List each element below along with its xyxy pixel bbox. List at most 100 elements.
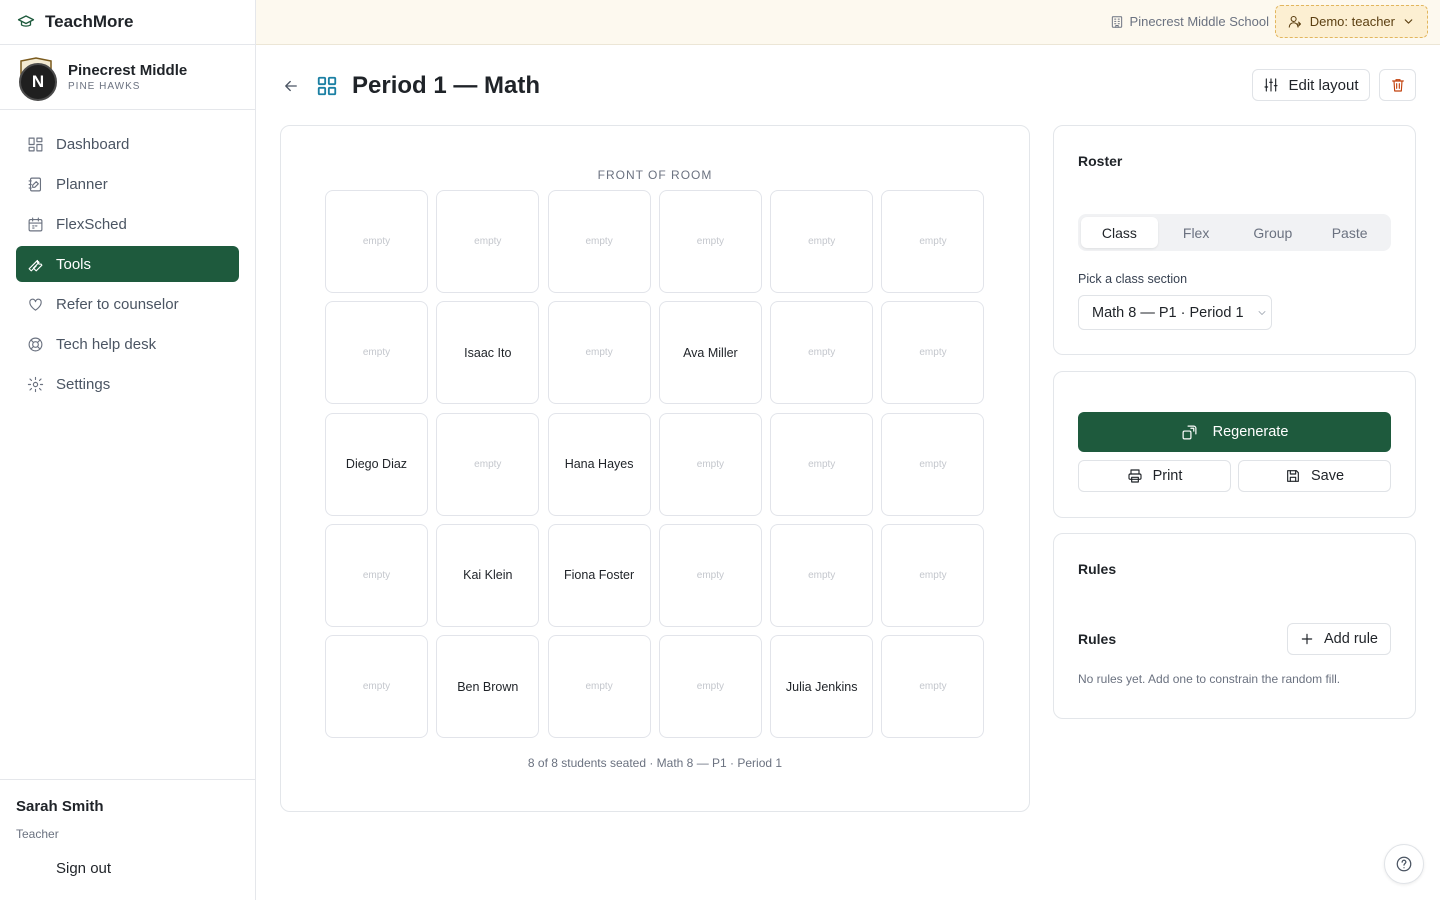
seat-occupied[interactable]: Fiona Foster xyxy=(547,523,651,627)
edit-layout-label: Edit layout xyxy=(1288,76,1359,94)
seat-empty[interactable]: empty xyxy=(547,635,651,739)
planner-icon xyxy=(28,177,42,191)
trash-icon xyxy=(1391,79,1404,92)
seat-occupied[interactable]: Isaac Ito xyxy=(436,301,540,405)
class-section-label: Pick a class section xyxy=(1078,272,1188,286)
sidebar-item-dashboard[interactable]: Dashboard xyxy=(16,126,239,162)
seating-summary: 8 of 8 students seated · Math 8 — P1 · P… xyxy=(527,756,783,770)
seat-grid: empty empty empty empty empty empty empty Isaac… xyxy=(325,190,985,739)
add-rule-button[interactable]: Add rule xyxy=(1287,623,1391,655)
rules-panel: Rules Rules Add rule No rules yet. Add o… xyxy=(1053,533,1416,719)
seat-empty[interactable]: empty xyxy=(325,190,428,293)
roster-title: Roster xyxy=(1078,153,1123,169)
sidebar-item-label: FlexSched xyxy=(56,215,127,233)
demo-role-label: Demo: teacher xyxy=(1309,14,1395,29)
school-subtitle: PINE HAWKS xyxy=(68,81,141,92)
graduation-cap-icon xyxy=(17,15,35,27)
sign-out-button[interactable]: Sign out xyxy=(56,860,111,877)
sidebar-item-label: Dashboard xyxy=(56,135,130,153)
page-title: Period 1 — Math xyxy=(352,72,541,99)
rules-empty-state: No rules yet. Add one to constrain the r… xyxy=(1078,672,1341,686)
seat-empty[interactable]: empty xyxy=(658,412,762,516)
plus-icon xyxy=(1301,633,1313,645)
print-button[interactable]: Print xyxy=(1078,460,1231,492)
sidebar-item-label: Tech help desk xyxy=(56,335,157,353)
sidebar-nav: Dashboard Planner FlexSched Tools Refer … xyxy=(0,110,255,402)
sidebar-item-settings[interactable]: Settings xyxy=(16,366,239,402)
demo-role-switcher[interactable]: Demo: teacher xyxy=(1274,5,1428,38)
chevron-down-icon xyxy=(1404,19,1413,24)
sidebar-item-label: Tools xyxy=(56,255,92,273)
delete-button[interactable] xyxy=(1379,69,1416,101)
seat-occupied[interactable]: Hana Hayes xyxy=(547,412,651,516)
tab-paste[interactable]: Paste xyxy=(1311,217,1388,248)
lifebuoy-icon xyxy=(28,337,43,351)
seat-empty[interactable]: empty xyxy=(881,412,985,516)
topbar: Pinecrest Middle School Demo: teacher xyxy=(256,0,1440,45)
save-button[interactable]: Save xyxy=(1238,460,1391,492)
user-area: Sarah Smith Teacher Sign out xyxy=(0,779,255,900)
tab-group[interactable]: Group xyxy=(1235,217,1312,248)
seat-empty[interactable]: empty xyxy=(770,412,874,516)
add-rule-label: Add rule xyxy=(1323,631,1378,647)
floppy-disk-icon xyxy=(1287,470,1299,482)
shuffle-icon xyxy=(1182,425,1197,439)
tab-class[interactable]: Class xyxy=(1081,217,1158,248)
seat-occupied[interactable]: Ava Miller xyxy=(658,301,762,405)
arrow-left-icon xyxy=(285,80,297,92)
seat-empty[interactable]: empty xyxy=(436,412,540,516)
seat-occupied[interactable]: Julia Jenkins xyxy=(770,635,874,739)
seat-empty[interactable]: empty xyxy=(436,190,540,293)
seat-empty[interactable]: empty xyxy=(770,523,874,627)
seat-empty[interactable]: empty xyxy=(547,301,651,405)
seat-occupied[interactable]: Kai Klein xyxy=(436,523,540,627)
roster-panel: Roster Class Flex Group Paste Pick a cla… xyxy=(1053,125,1416,355)
seat-empty[interactable]: empty xyxy=(770,301,874,405)
help-button[interactable] xyxy=(1384,844,1424,884)
seat-empty[interactable]: empty xyxy=(547,190,651,293)
seat-empty[interactable]: empty xyxy=(881,635,985,739)
calendar-icon xyxy=(28,217,43,231)
sidebar-item-label: Planner xyxy=(56,175,108,193)
top-school: Pinecrest Middle School xyxy=(1110,14,1269,29)
grid-layout-icon xyxy=(317,76,337,96)
dev-tools-badge[interactable]: N xyxy=(19,63,57,101)
sidebar-item-flexsched[interactable]: FlexSched xyxy=(16,206,239,242)
sidebar-item-refer-to-counselor[interactable]: Refer to counselor xyxy=(16,286,239,322)
gear-icon xyxy=(27,376,44,392)
school-name: Pinecrest Middle xyxy=(68,62,188,79)
seat-empty[interactable]: empty xyxy=(658,523,762,627)
print-label: Print xyxy=(1152,468,1183,484)
edit-layout-button[interactable]: Edit layout xyxy=(1252,69,1370,101)
seat-occupied[interactable]: Diego Diaz xyxy=(325,412,428,516)
class-section-value: Math 8 — P1 · Period 1 xyxy=(1092,304,1244,321)
brand[interactable]: TeachMore xyxy=(0,0,255,45)
sliders-icon xyxy=(1264,78,1279,92)
sidebar: TeachMore Pinecrest Middle PINE HAWKS Da… xyxy=(0,0,256,900)
rules-subtitle: Rules xyxy=(1078,631,1117,647)
sidebar-item-tech-help-desk[interactable]: Tech help desk xyxy=(16,326,239,362)
sidebar-item-tools[interactable]: Tools xyxy=(16,246,239,282)
seat-occupied[interactable]: Ben Brown xyxy=(436,635,540,739)
save-label: Save xyxy=(1310,468,1345,484)
seat-empty[interactable]: empty xyxy=(770,190,874,293)
seat-empty[interactable]: empty xyxy=(325,523,428,627)
wrench-icon xyxy=(28,259,43,271)
seat-empty[interactable]: empty xyxy=(325,635,428,739)
seat-empty[interactable]: empty xyxy=(658,190,762,293)
roster-source-tabs: Class Flex Group Paste xyxy=(1078,214,1391,251)
seat-empty[interactable]: empty xyxy=(881,190,985,293)
class-section-select[interactable]: Math 8 — P1 · Period 1 xyxy=(1078,295,1272,330)
printer-icon xyxy=(1128,469,1142,483)
seat-empty[interactable]: empty xyxy=(881,301,985,405)
seat-empty[interactable]: empty xyxy=(881,523,985,627)
front-of-room-label: FRONT OF ROOM xyxy=(597,168,713,182)
seating-chart-card: FRONT OF ROOM empty empty empty empty empty e… xyxy=(280,125,1030,812)
sidebar-item-planner[interactable]: Planner xyxy=(16,166,239,202)
chevron-down-icon xyxy=(1258,310,1265,315)
seat-empty[interactable]: empty xyxy=(658,635,762,739)
seat-empty[interactable]: empty xyxy=(325,301,428,405)
back-button[interactable] xyxy=(280,75,302,97)
tab-flex[interactable]: Flex xyxy=(1158,217,1235,248)
regenerate-button[interactable]: Regenerate xyxy=(1078,412,1391,452)
